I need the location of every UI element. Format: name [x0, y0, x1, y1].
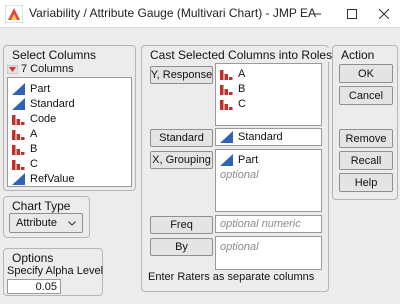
- list-item[interactable]: A: [220, 66, 245, 81]
- chevron-down-icon: [68, 221, 76, 226]
- nominal-icon: [12, 158, 25, 170]
- help-button[interactable]: Help: [339, 173, 393, 192]
- action-title: Action: [339, 48, 377, 62]
- close-icon[interactable]: [368, 0, 400, 28]
- nominal-icon: [220, 68, 233, 80]
- minimize-icon[interactable]: [300, 0, 332, 28]
- list-item[interactable]: A: [12, 126, 37, 141]
- x-grouping-placeholder: optional: [220, 168, 259, 181]
- chart-type-title: Chart Type: [10, 199, 73, 213]
- options-group: Options Specify Alpha Level 0.05: [3, 248, 103, 296]
- cancel-button[interactable]: Cancel: [339, 86, 393, 105]
- title-bar: Variability / Attribute Gauge (Multivari…: [0, 0, 400, 28]
- x-grouping-list[interactable]: Part optional: [215, 149, 322, 212]
- options-title: Options: [10, 251, 56, 265]
- continuous-icon: [220, 154, 233, 166]
- list-item[interactable]: C: [220, 96, 246, 111]
- list-item[interactable]: Standard: [12, 96, 75, 111]
- nominal-icon: [220, 83, 233, 95]
- cast-roles-title: Cast Selected Columns into Roles: [148, 48, 335, 62]
- action-group: Action OK Cancel Remove Recall Help: [332, 45, 398, 200]
- chart-type-value: Attribute: [16, 217, 57, 229]
- column-label: Standard: [30, 97, 75, 110]
- column-label: Code: [30, 112, 57, 125]
- list-item[interactable]: Code: [12, 111, 56, 126]
- x-grouping-button[interactable]: X, Grouping: [150, 151, 213, 169]
- continuous-icon: [12, 98, 25, 110]
- continuous-icon: [12, 83, 25, 95]
- column-list[interactable]: Part Standard Code A B C RefValue: [7, 77, 132, 187]
- alpha-level-label: Specify Alpha Level: [7, 265, 104, 277]
- alpha-level-value: 0.05: [35, 280, 57, 293]
- list-item[interactable]: B: [220, 81, 245, 96]
- select-columns-title: Select Columns: [10, 48, 99, 62]
- columns-count-row[interactable]: 7 Columns: [7, 62, 74, 76]
- continuous-icon: [12, 173, 25, 185]
- standard-value: Standard: [238, 131, 283, 143]
- column-label: Part: [30, 82, 51, 95]
- window-title: Variability / Attribute Gauge (Multivari…: [29, 6, 316, 20]
- standard-field[interactable]: Standard: [215, 128, 322, 146]
- nominal-icon: [220, 98, 233, 110]
- nominal-icon: [12, 143, 25, 155]
- columns-count-label: 7 Columns: [21, 63, 74, 75]
- column-label: A: [30, 127, 38, 140]
- standard-button[interactable]: Standard: [150, 129, 213, 147]
- cast-roles-group: Cast Selected Columns into Roles Y, Resp…: [141, 45, 335, 292]
- y-response-list[interactable]: A B C: [215, 63, 322, 126]
- freq-button[interactable]: Freq: [150, 216, 213, 234]
- raters-note: Enter Raters as separate columns: [148, 271, 315, 283]
- role-item-label: A: [238, 67, 246, 80]
- role-item-label: C: [238, 97, 246, 110]
- column-label: RefValue: [30, 172, 75, 185]
- list-item[interactable]: Part: [220, 152, 258, 167]
- red-triangle-menu-icon[interactable]: [7, 64, 18, 74]
- maximize-icon[interactable]: [336, 0, 368, 28]
- role-item-label: Part: [238, 153, 259, 166]
- remove-button[interactable]: Remove: [339, 129, 393, 148]
- role-item-label: B: [238, 82, 246, 95]
- by-list[interactable]: optional: [215, 236, 322, 270]
- chart-type-select[interactable]: Attribute: [9, 213, 83, 233]
- column-label: B: [30, 142, 38, 155]
- nominal-icon: [12, 128, 25, 140]
- recall-button[interactable]: Recall: [339, 151, 393, 170]
- list-item[interactable]: C: [12, 156, 38, 171]
- y-response-button[interactable]: Y, Response: [150, 66, 213, 84]
- list-item[interactable]: Part: [12, 81, 50, 96]
- ok-button[interactable]: OK: [339, 64, 393, 83]
- list-item[interactable]: RefValue: [12, 171, 74, 186]
- alpha-level-input[interactable]: 0.05: [7, 279, 61, 294]
- jmp-app-icon: [5, 5, 23, 23]
- by-button[interactable]: By: [150, 238, 213, 256]
- column-label: C: [30, 157, 38, 170]
- select-columns-group: Select Columns 7 Columns Part Standard C…: [3, 45, 136, 191]
- nominal-icon: [12, 113, 25, 125]
- continuous-icon: [220, 131, 233, 143]
- list-item[interactable]: B: [12, 141, 37, 156]
- by-placeholder: optional: [220, 240, 259, 253]
- freq-field[interactable]: optional numeric: [215, 215, 322, 233]
- chart-type-group: Chart Type Attribute: [3, 196, 90, 238]
